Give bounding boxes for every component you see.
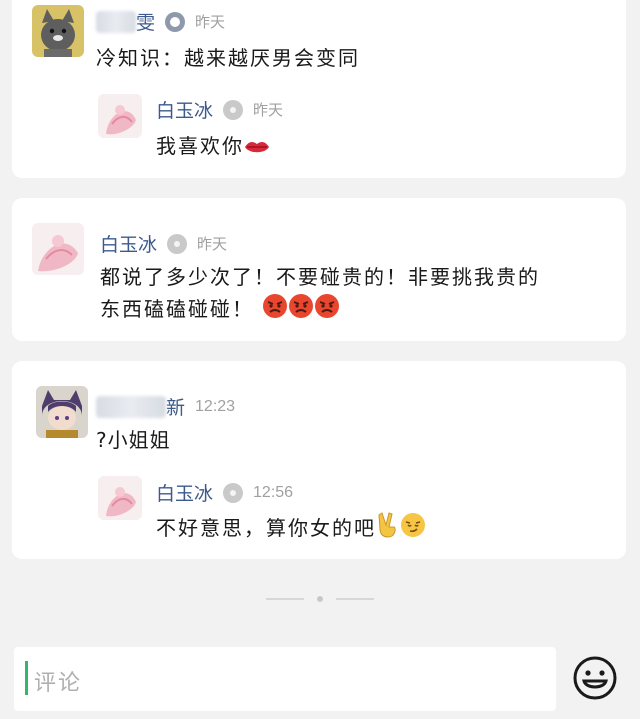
reply-author-name[interactable]: 白玉冰 [156, 479, 213, 506]
reply-avatar[interactable] [98, 94, 142, 138]
verified-badge-icon [223, 482, 244, 503]
lips-emoji-icon [244, 132, 270, 164]
comment-text-line2: 东西磕磕碰碰！ [100, 293, 340, 328]
smirk-face-emoji-icon [400, 512, 426, 547]
comment-text-line1: 都说了多少次了！不要碰贵的！非要挑我贵的 [100, 265, 540, 289]
comment-card-1: 雯 昨天 冷知识：越来越厌男会变同 白玉冰 昨天 我喜欢你 [12, 0, 626, 178]
angry-face-emoji-icon [314, 293, 340, 328]
angry-face-emoji-icon [262, 293, 288, 328]
reply-text: 不好意思，算你女的吧 [156, 511, 426, 548]
reply-author-name[interactable]: 白玉冰 [156, 96, 213, 123]
comment-time: 昨天 [197, 235, 228, 253]
avatar[interactable] [36, 386, 88, 438]
reply-time: 12:56 [253, 483, 294, 501]
comment-time: 12:23 [195, 397, 236, 415]
reply-avatar[interactable] [98, 476, 142, 520]
comment-text: ?小姐姐 [96, 428, 171, 452]
indicator-dot [317, 596, 323, 602]
comment-text: 冷知识：越来越厌男会变同 [96, 46, 360, 70]
avatar[interactable] [32, 5, 84, 57]
reply-time: 昨天 [253, 101, 284, 119]
author-name[interactable]: 白玉冰 [100, 230, 157, 257]
verified-badge-icon [165, 11, 186, 32]
blurred-username [96, 10, 136, 33]
comment-text-line2-content: 东西磕磕碰碰！ [100, 297, 254, 321]
verified-badge-icon [167, 233, 188, 254]
author-name[interactable]: 雯 [136, 8, 155, 35]
reply-text-content: 我喜欢你 [156, 134, 244, 158]
victory-hand-emoji-icon [376, 511, 400, 548]
reply-text-content: 不好意思，算你女的吧 [156, 516, 376, 540]
indicator-line-right [336, 598, 374, 600]
comment-card-2: 白玉冰 昨天 都说了多少次了！不要碰贵的！非要挑我贵的 东西磕磕碰碰！ [12, 198, 626, 341]
smiley-face-icon[interactable] [572, 655, 618, 701]
reply-text: 我喜欢你 [156, 130, 270, 164]
avatar[interactable] [32, 223, 84, 275]
text-caret [25, 661, 28, 695]
comment-placeholder: 评论 [34, 671, 83, 696]
angry-face-emoji-icon [288, 293, 314, 328]
author-name[interactable]: 新 [166, 393, 185, 420]
comment-input[interactable]: 评论 [14, 647, 556, 711]
comment-card-3: 新 12:23 ?小姐姐 白玉冰 12:56 不好意思，算你女的吧 [12, 361, 626, 559]
page-indicator [266, 596, 374, 602]
verified-badge-icon [223, 99, 244, 120]
blurred-username [96, 395, 166, 418]
comment-time: 昨天 [195, 13, 226, 31]
indicator-line-left [266, 598, 304, 600]
